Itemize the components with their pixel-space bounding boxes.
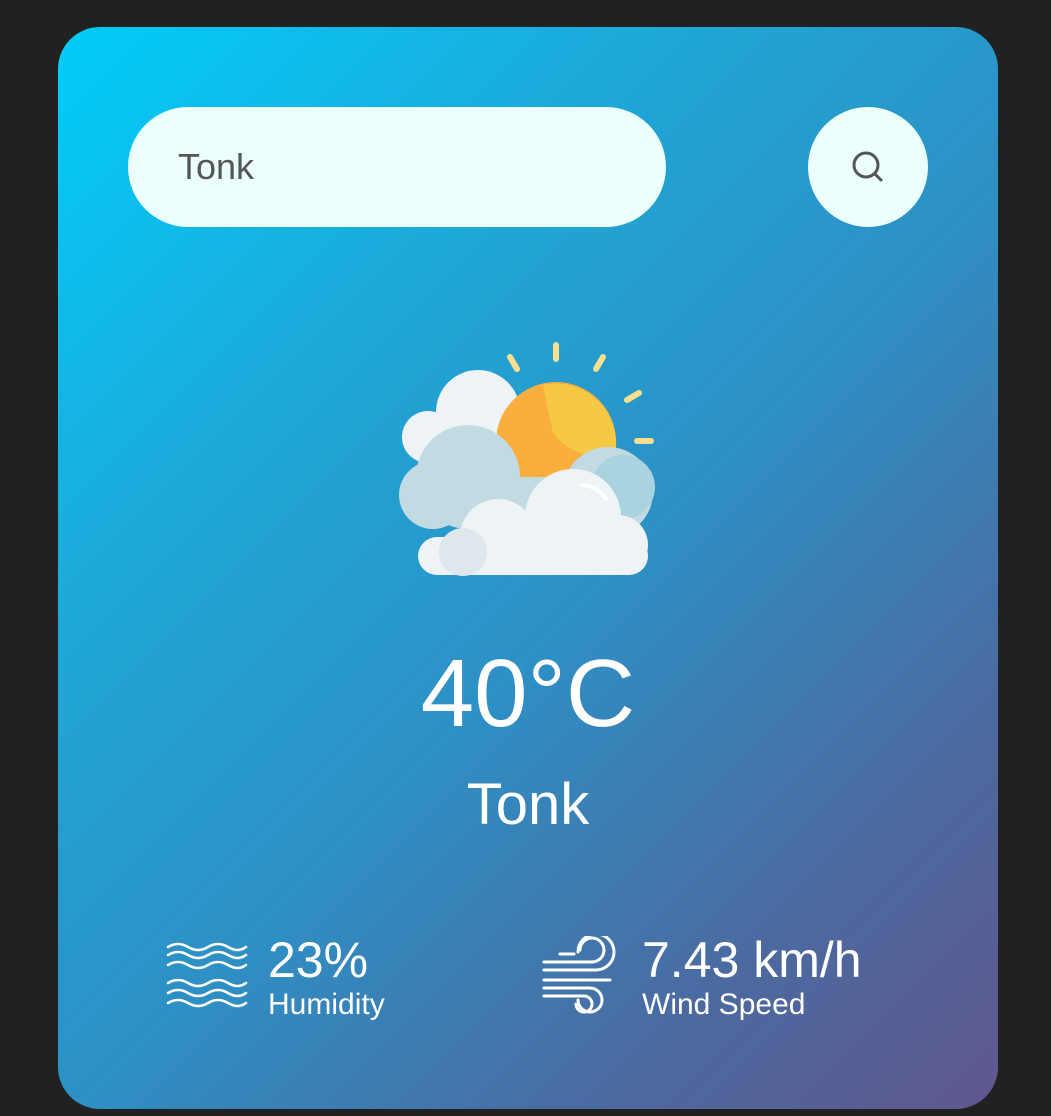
wind-label: Wind Speed [642,988,806,1021]
wind-icon [542,936,616,1014]
wind-detail: 7.43 km/h Wind Speed [540,932,862,1022]
humidity-detail: 23% Humidity [166,932,385,1022]
partly-cloudy-sun-icon [399,342,655,576]
search-button[interactable] [808,107,928,227]
humidity-label: Humidity [268,988,385,1021]
city-name: Tonk [466,772,590,837]
humidity-value: 23% [268,932,369,988]
temperature: 40°C [420,640,636,747]
humidity-waves-icon [166,942,248,1008]
search-icon [852,151,883,182]
search-input[interactable] [128,107,666,227]
wind-value: 7.43 km/h [642,932,862,988]
weather-card: 40°C Tonk 23% Humidity [58,27,998,1109]
